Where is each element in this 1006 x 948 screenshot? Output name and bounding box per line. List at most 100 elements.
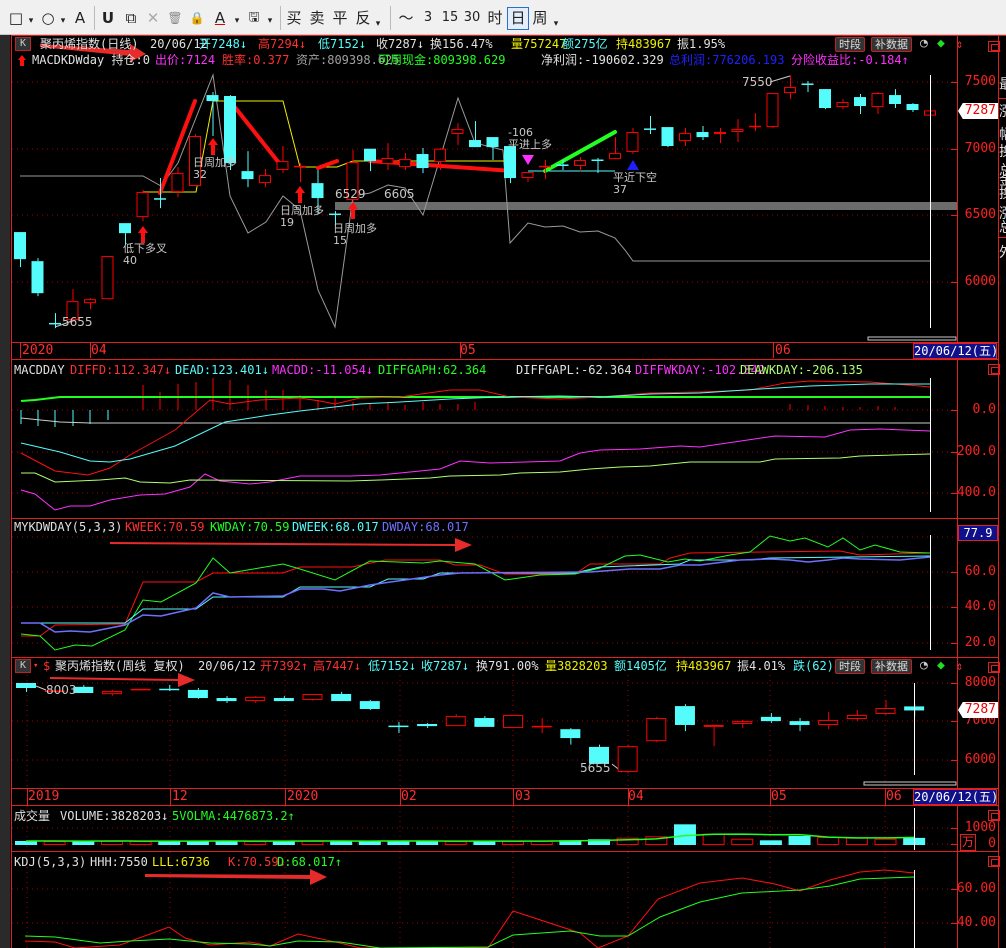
- date-label: 04: [91, 343, 107, 358]
- axis-label: 6500: [964, 207, 996, 222]
- diffwkday-line: [20, 428, 931, 511]
- instrument-title: 聚丙烯指数(周线 复权): [55, 659, 185, 673]
- date-label: 06: [886, 789, 902, 804]
- candle: [364, 148, 376, 172]
- maximize-icon[interactable]: [988, 856, 1000, 867]
- candle: [503, 714, 524, 729]
- kdj-name: KDJ(5,3,3): [14, 855, 87, 869]
- kdj-k-line: [24, 869, 915, 948]
- candle: [521, 172, 534, 183]
- date-label: 04: [628, 789, 644, 804]
- unit-button[interactable]: 万: [960, 834, 977, 851]
- clock-icon[interactable]: ◔: [920, 37, 928, 51]
- annotation-arrows: [40, 44, 472, 885]
- candle: [714, 128, 726, 144]
- volume-name: 成交量: [14, 809, 51, 823]
- candle: [445, 714, 466, 727]
- candle: [644, 116, 656, 135]
- candle: [674, 704, 695, 732]
- date-label: 2020: [22, 343, 54, 358]
- axis-label: 7500: [964, 74, 996, 89]
- last-price-tag: 7287: [958, 702, 998, 718]
- date-label: 06: [775, 343, 791, 358]
- period-button[interactable]: 时段: [835, 37, 865, 52]
- chart-canvas[interactable]: [0, 0, 1006, 948]
- low-price-label: 5655: [580, 761, 611, 775]
- kdj-hhh: HHH:7550: [90, 855, 148, 869]
- level-label: 6605: [384, 187, 415, 201]
- axis-label: 0.0: [972, 402, 996, 417]
- arrow-right-icon: [145, 869, 327, 885]
- candle: [259, 169, 271, 188]
- axis-label: 6000: [964, 274, 996, 289]
- kwday-line: [20, 535, 931, 651]
- volume-bar: [874, 838, 897, 845]
- candle: [760, 713, 781, 724]
- candle: [766, 93, 779, 129]
- volume-bar: [817, 836, 840, 846]
- volma-line: [26, 833, 915, 842]
- candle: [474, 716, 495, 727]
- volume-value: VOLUME:3828203↓: [60, 809, 169, 823]
- candle: [906, 103, 919, 113]
- candle: [245, 696, 266, 704]
- clock-icon[interactable]: ◔: [920, 659, 928, 673]
- volume-bar: [788, 836, 811, 845]
- maximize-icon[interactable]: [988, 41, 1000, 52]
- macd-white-line: [20, 417, 930, 424]
- candle: [469, 121, 481, 148]
- candle: [331, 691, 352, 702]
- candle: [16, 682, 36, 692]
- quote-fall: 跌(62): [793, 659, 834, 673]
- date-label: 02: [401, 789, 417, 804]
- axis-label: 40.00: [956, 915, 996, 930]
- pin-icon[interactable]: ⇕: [956, 659, 963, 673]
- candle: [171, 167, 184, 198]
- axis-label: 8000: [964, 675, 996, 690]
- side-panel-char: 总: [999, 217, 1006, 237]
- period-button[interactable]: 时段: [835, 659, 865, 674]
- candle: [871, 92, 884, 115]
- maximize-icon[interactable]: [988, 364, 1000, 375]
- quote-hold: 持483967: [616, 37, 672, 51]
- diamond-icon[interactable]: ◆: [937, 37, 945, 51]
- candle: [31, 258, 44, 297]
- volume-ma: 5VOLMA:4476873.2↑: [172, 809, 295, 823]
- fill-data-button[interactable]: 补数据: [871, 659, 912, 674]
- candle: [560, 728, 581, 745]
- macd-histogram: [20, 378, 896, 427]
- side-panel-char: 外: [999, 242, 1006, 262]
- instrument-title: 聚丙烯指数(日线): [40, 37, 139, 51]
- volume-bar: [244, 841, 267, 845]
- pin-icon[interactable]: ⇕: [956, 37, 963, 51]
- chart-type-button[interactable]: K: [15, 659, 31, 673]
- quote-turnover: 换791.00%: [476, 659, 539, 673]
- indicator-gray-line: [20, 73, 930, 329]
- candle: [84, 298, 96, 310]
- chevron-down-icon[interactable]: ▾: [33, 659, 38, 673]
- candle: [836, 99, 849, 110]
- maximize-icon[interactable]: [988, 662, 1000, 673]
- signal-label: 平进上多: [508, 138, 552, 151]
- kdw-name: MYKDWDAY(5,3,3): [14, 520, 123, 534]
- diamond-icon[interactable]: ◆: [937, 659, 945, 673]
- strategy-name: MACDKDWday 持仓:0: [32, 53, 150, 67]
- candle: [854, 94, 866, 115]
- low-price-label: 5655: [62, 315, 93, 329]
- candle: [416, 148, 429, 174]
- macd-macdd: MACDD:-11.054↓: [272, 363, 374, 377]
- quote-amount: 额275亿: [562, 37, 608, 51]
- fill-data-button[interactable]: 补数据: [871, 37, 912, 52]
- currency-icon: $: [43, 659, 51, 673]
- high-price-label: 8003: [46, 683, 77, 697]
- quote-turnover: 换156.47%: [430, 37, 493, 51]
- volume-bar: [731, 838, 754, 845]
- arrow-up-icon: [208, 138, 218, 155]
- candle: [294, 163, 306, 183]
- quote-close: 收7287↓: [421, 659, 470, 673]
- cursor-date: 20/06/12(五): [913, 343, 999, 359]
- date-label: 05: [771, 789, 787, 804]
- quote-amplitude: 振4.01%: [737, 659, 786, 673]
- date-label: 05: [460, 343, 476, 358]
- chart-type-button[interactable]: K: [15, 37, 31, 51]
